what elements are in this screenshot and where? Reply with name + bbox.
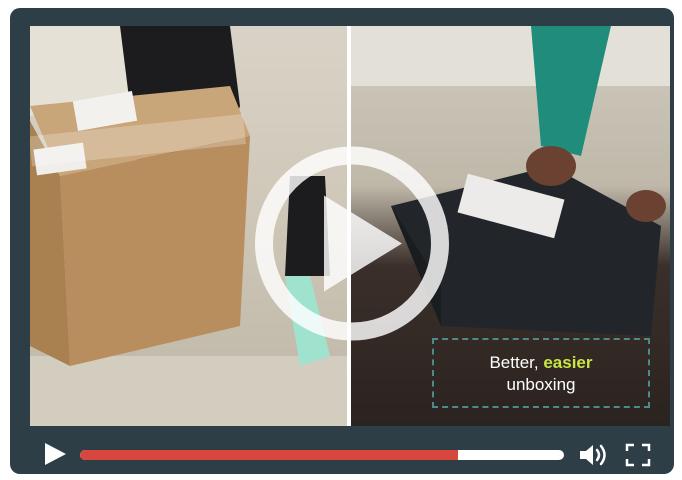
video-frame[interactable]: Better, easier unboxing	[30, 26, 670, 426]
fullscreen-icon	[625, 443, 651, 467]
fullscreen-button[interactable]	[624, 442, 652, 468]
video-caption: Better, easier unboxing	[432, 338, 650, 408]
progress-fill	[80, 450, 458, 460]
caption-line-2: unboxing	[506, 375, 576, 394]
play-button[interactable]	[42, 441, 68, 467]
volume-icon	[580, 444, 606, 466]
volume-button[interactable]	[578, 442, 610, 468]
big-play-icon	[255, 146, 449, 341]
play-icon	[45, 443, 66, 465]
caption-prefix: Better,	[489, 353, 544, 372]
control-bar	[30, 432, 670, 474]
caption-line-1: Better, easier	[434, 352, 648, 374]
video-player: Better, easier unboxing	[10, 8, 674, 474]
big-play-button[interactable]	[252, 144, 452, 349]
caption-highlight: easier	[543, 353, 593, 372]
progress-bar[interactable]	[80, 450, 564, 460]
